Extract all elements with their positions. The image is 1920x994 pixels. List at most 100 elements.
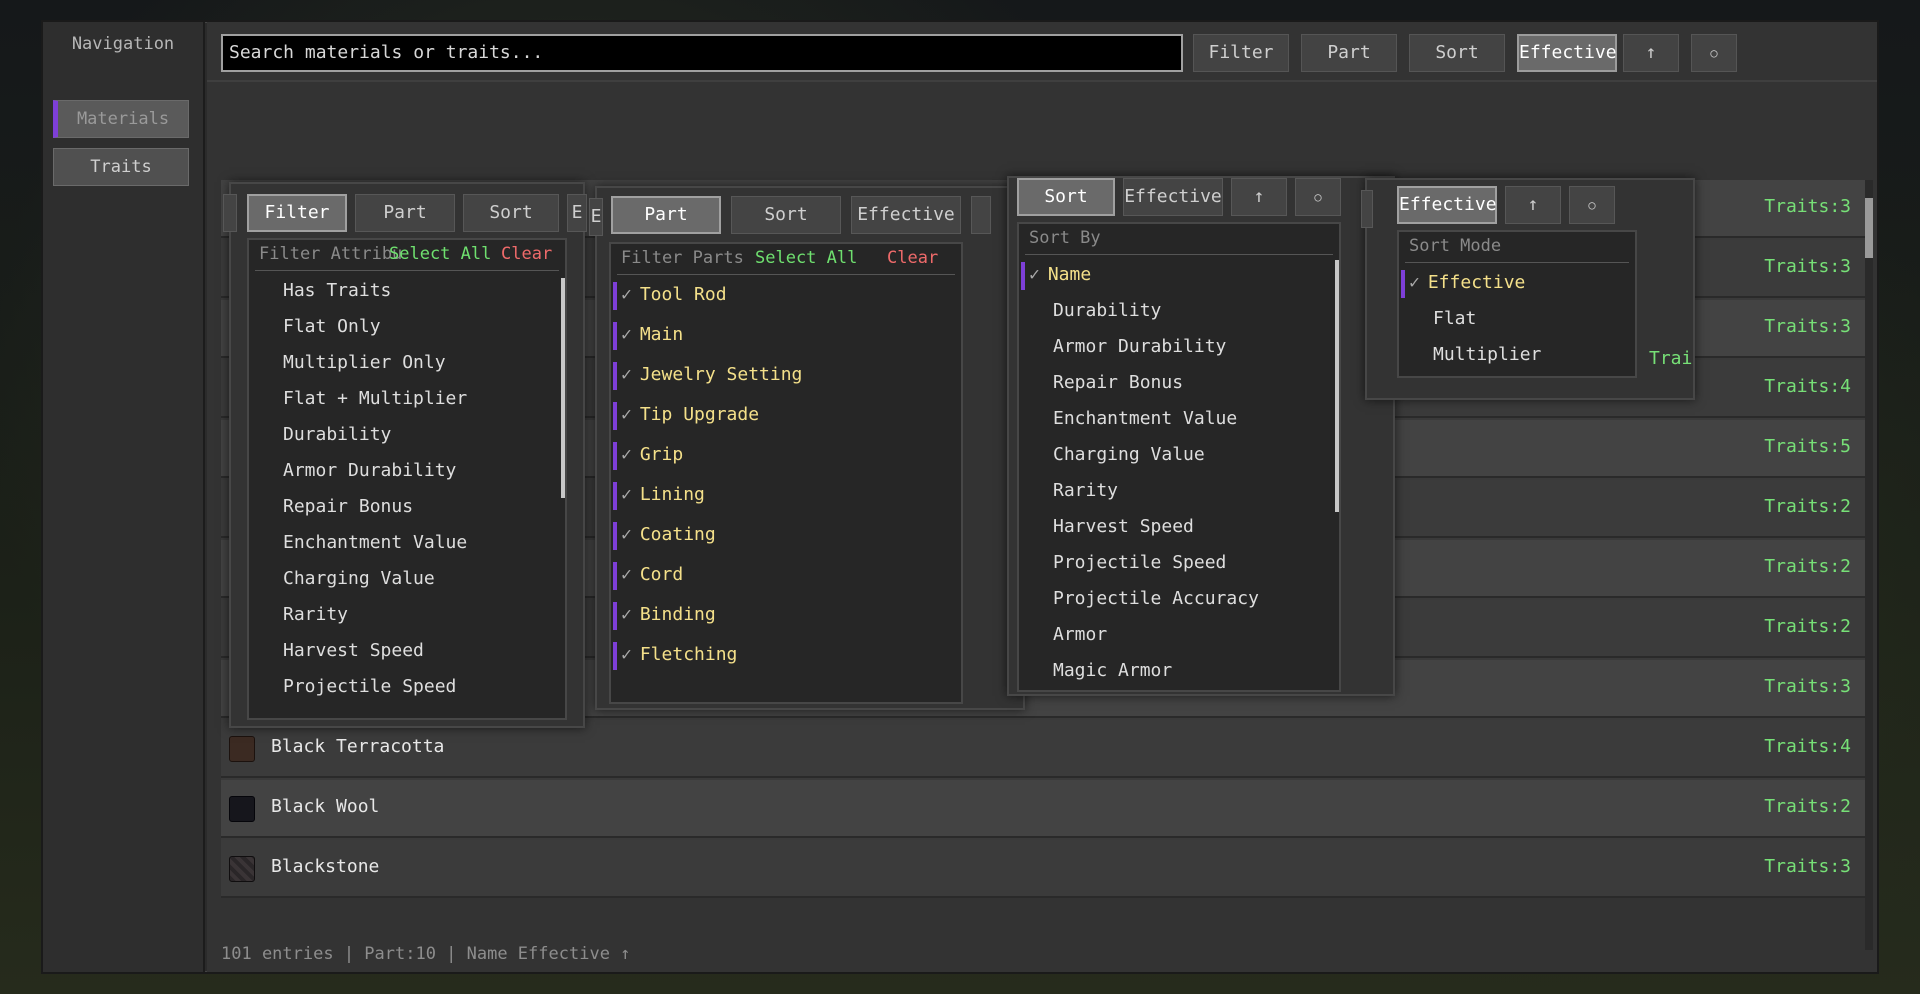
filter-option[interactable]: Flat Only: [283, 316, 381, 337]
filter-option[interactable]: Has Traits: [283, 280, 391, 301]
traits-count: Traits:2: [1764, 556, 1851, 577]
sort-option[interactable]: Durability: [1053, 300, 1161, 321]
filter-option[interactable]: Enchantment Value: [283, 532, 467, 553]
divider: [1405, 262, 1629, 263]
popup-stub-button[interactable]: [223, 194, 237, 232]
clear-link[interactable]: Clear: [501, 244, 552, 264]
popup-stub-button[interactable]: [1361, 190, 1373, 228]
select-all-link[interactable]: Select All: [755, 248, 857, 268]
check-icon: ✓: [621, 404, 632, 425]
check-icon: ✓: [621, 604, 632, 625]
part-button[interactable]: Part: [1301, 34, 1397, 72]
sort-button[interactable]: Sort: [463, 194, 559, 232]
sort-option[interactable]: Armor Durability: [1053, 336, 1226, 357]
effective-button[interactable]: Effective: [1397, 186, 1497, 224]
filter-option[interactable]: Multiplier Only: [283, 352, 446, 373]
list-item[interactable]: Black Wool Traits:2: [221, 780, 1867, 838]
filter-option[interactable]: Armor Durability: [283, 460, 456, 481]
part-option[interactable]: ✓ Grip: [621, 444, 683, 465]
filter-option[interactable]: Harvest Speed: [283, 640, 424, 661]
search-input[interactable]: Search materials or traits...: [221, 34, 1183, 72]
filter-button[interactable]: Filter: [1193, 34, 1289, 72]
traits-count: Traits:3: [1764, 316, 1851, 337]
sort-popup: Sort Effective ↑ ○ Sort By ✓ Name Durabil…: [1007, 176, 1395, 696]
list-item[interactable]: Black Terracotta Traits:4: [221, 720, 1867, 778]
reset-button[interactable]: ○: [1691, 34, 1737, 72]
reset-button[interactable]: ○: [1569, 186, 1615, 224]
part-option[interactable]: ✓ Fletching: [621, 644, 737, 665]
toolbar: Search materials or traits... Filter Par…: [207, 22, 1877, 82]
part-button[interactable]: Part: [355, 194, 455, 232]
part-option[interactable]: ✓ Tool Rod: [621, 284, 727, 305]
check-icon: ✓: [621, 524, 632, 545]
effective-button[interactable]: Effective: [851, 196, 961, 234]
material-name: Black Wool: [271, 796, 380, 817]
part-dropdown: Filter Parts Select All Clear ✓ Tool Rod …: [609, 242, 963, 704]
sort-option[interactable]: Harvest Speed: [1053, 516, 1194, 537]
effective-button[interactable]: Effective: [1123, 178, 1223, 216]
part-option[interactable]: ✓ Binding: [621, 604, 716, 625]
sort-option[interactable]: Charging Value: [1053, 444, 1205, 465]
traits-count: Traits:2: [1764, 496, 1851, 517]
popup-stub-button[interactable]: [971, 196, 991, 234]
clear-link[interactable]: Clear: [887, 248, 938, 268]
part-option[interactable]: ✓ Tip Upgrade: [621, 404, 759, 425]
reset-button[interactable]: ○: [1295, 178, 1341, 216]
part-button[interactable]: Part: [611, 196, 721, 234]
part-option[interactable]: ✓ Coating: [621, 524, 716, 545]
sort-button[interactable]: Sort: [1409, 34, 1505, 72]
nav-item-traits[interactable]: Traits: [53, 148, 189, 186]
part-option[interactable]: ✓ Cord: [621, 564, 683, 585]
sort-option-selected[interactable]: ✓ Name: [1029, 264, 1091, 285]
nav-item-materials[interactable]: Materials: [53, 100, 189, 138]
selected-marker: [613, 522, 617, 550]
filter-option[interactable]: Flat + Multiplier: [283, 388, 467, 409]
effective-stub-button[interactable]: E: [567, 194, 587, 232]
sort-option[interactable]: Repair Bonus: [1053, 372, 1183, 393]
mode-option-selected[interactable]: ✓ Effective: [1409, 272, 1525, 293]
filter-option[interactable]: Repair Bonus: [283, 496, 413, 517]
check-icon: ✓: [621, 564, 632, 585]
sort-option[interactable]: Magic Armor: [1053, 660, 1172, 681]
material-name: Blackstone: [271, 856, 380, 877]
list-scrollbar[interactable]: [1865, 180, 1873, 950]
filter-option[interactable]: Rarity: [283, 604, 348, 625]
check-icon: ✓: [621, 324, 632, 345]
selected-marker: [1401, 270, 1405, 298]
check-icon: ✓: [621, 364, 632, 385]
dropdown-scrollbar[interactable]: [1335, 260, 1339, 512]
part-option[interactable]: ✓ Jewelry Setting: [621, 364, 802, 385]
sort-direction-button[interactable]: ↑: [1231, 178, 1287, 216]
dropdown-scrollbar[interactable]: [561, 278, 565, 498]
sort-option[interactable]: Enchantment Value: [1053, 408, 1237, 429]
selected-marker: [613, 282, 617, 310]
list-item[interactable]: Blackstone Traits:3: [221, 840, 1867, 898]
traits-count: Traits:3: [1764, 676, 1851, 697]
sort-button[interactable]: Sort: [731, 196, 841, 234]
filter-option[interactable]: Charging Value: [283, 568, 435, 589]
material-name: Black Terracotta: [271, 736, 445, 757]
sort-mode-header: Sort Mode: [1409, 236, 1502, 256]
part-option[interactable]: ✓ Lining: [621, 484, 705, 505]
selected-marker: [613, 642, 617, 670]
sort-option[interactable]: Projectile Speed: [1053, 552, 1226, 573]
filter-option[interactable]: Projectile Speed: [283, 676, 456, 697]
filter-popup: Filter Part Sort E Filter Attribu Select…: [223, 182, 587, 728]
sort-option[interactable]: Armor: [1053, 624, 1107, 645]
part-option[interactable]: ✓ Main: [621, 324, 683, 345]
scrollbar-thumb[interactable]: [1865, 198, 1873, 258]
sort-option[interactable]: Rarity: [1053, 480, 1118, 501]
mode-option[interactable]: Multiplier: [1433, 344, 1541, 365]
popup-stub-button[interactable]: E: [589, 198, 603, 236]
mode-option[interactable]: Flat: [1433, 308, 1476, 329]
filter-button[interactable]: Filter: [247, 194, 347, 232]
sort-direction-button[interactable]: ↑: [1505, 186, 1561, 224]
sort-button[interactable]: Sort: [1017, 178, 1115, 216]
sort-mode-dropdown: Sort Mode ✓ Effective Flat Multiplier: [1397, 230, 1637, 378]
select-all-link[interactable]: Select All: [389, 244, 491, 264]
sort-direction-button[interactable]: ↑: [1623, 34, 1679, 72]
filter-option[interactable]: Durability: [283, 424, 391, 445]
effective-button[interactable]: Effective: [1517, 34, 1617, 72]
sort-option[interactable]: Projectile Accuracy: [1053, 588, 1259, 609]
status-bar: 101 entries | Part:10 | Name Effective ↑: [221, 944, 631, 964]
